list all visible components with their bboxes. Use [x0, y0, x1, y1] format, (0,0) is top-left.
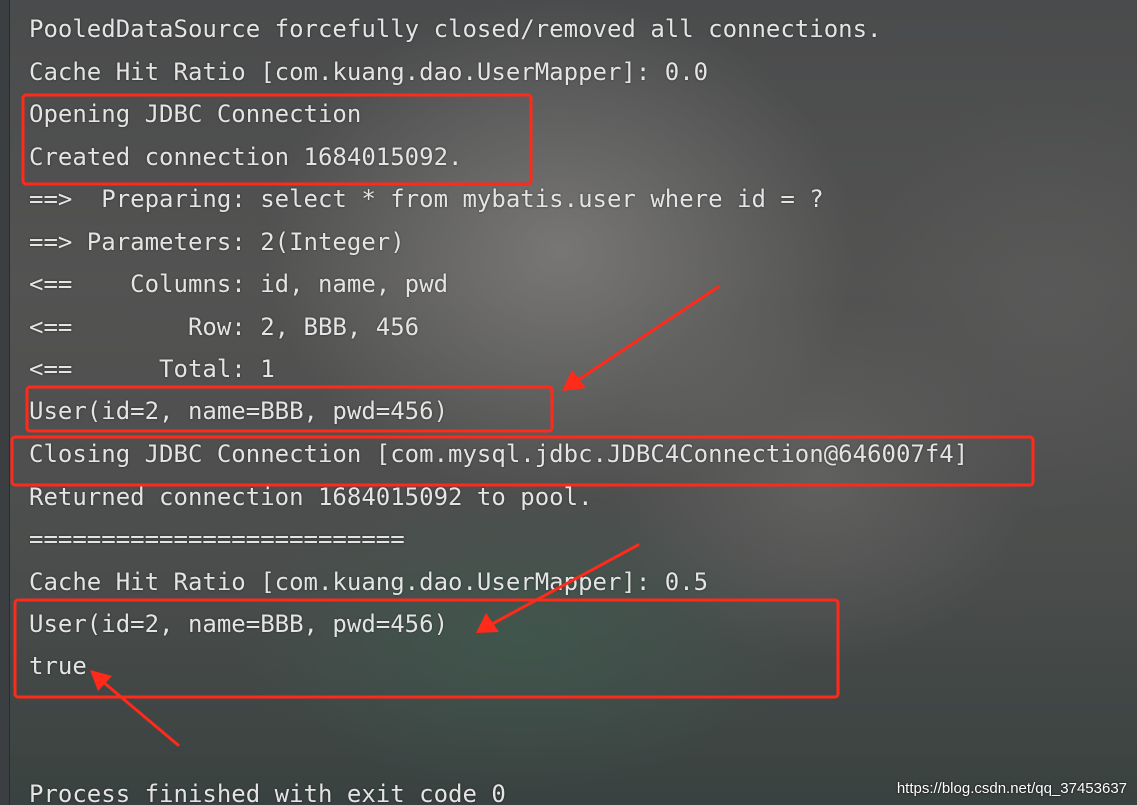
run-console-output: PooledDataSource forcefully closed/remov… — [0, 0, 1137, 805]
annotation-box-closing-connection — [10, 435, 1035, 487]
annotation-overlay — [10, 93, 1035, 747]
arrow-icon — [476, 543, 640, 633]
watermark-url: https://blog.csdn.net/qq_37453637 — [896, 780, 1127, 797]
annotation-box-first-query-result — [25, 385, 554, 433]
arrow-icon — [90, 670, 180, 747]
annotation-box-open-connection — [21, 93, 533, 186]
annotation-box-cached-result — [13, 598, 840, 699]
arrow-icon — [562, 285, 720, 391]
